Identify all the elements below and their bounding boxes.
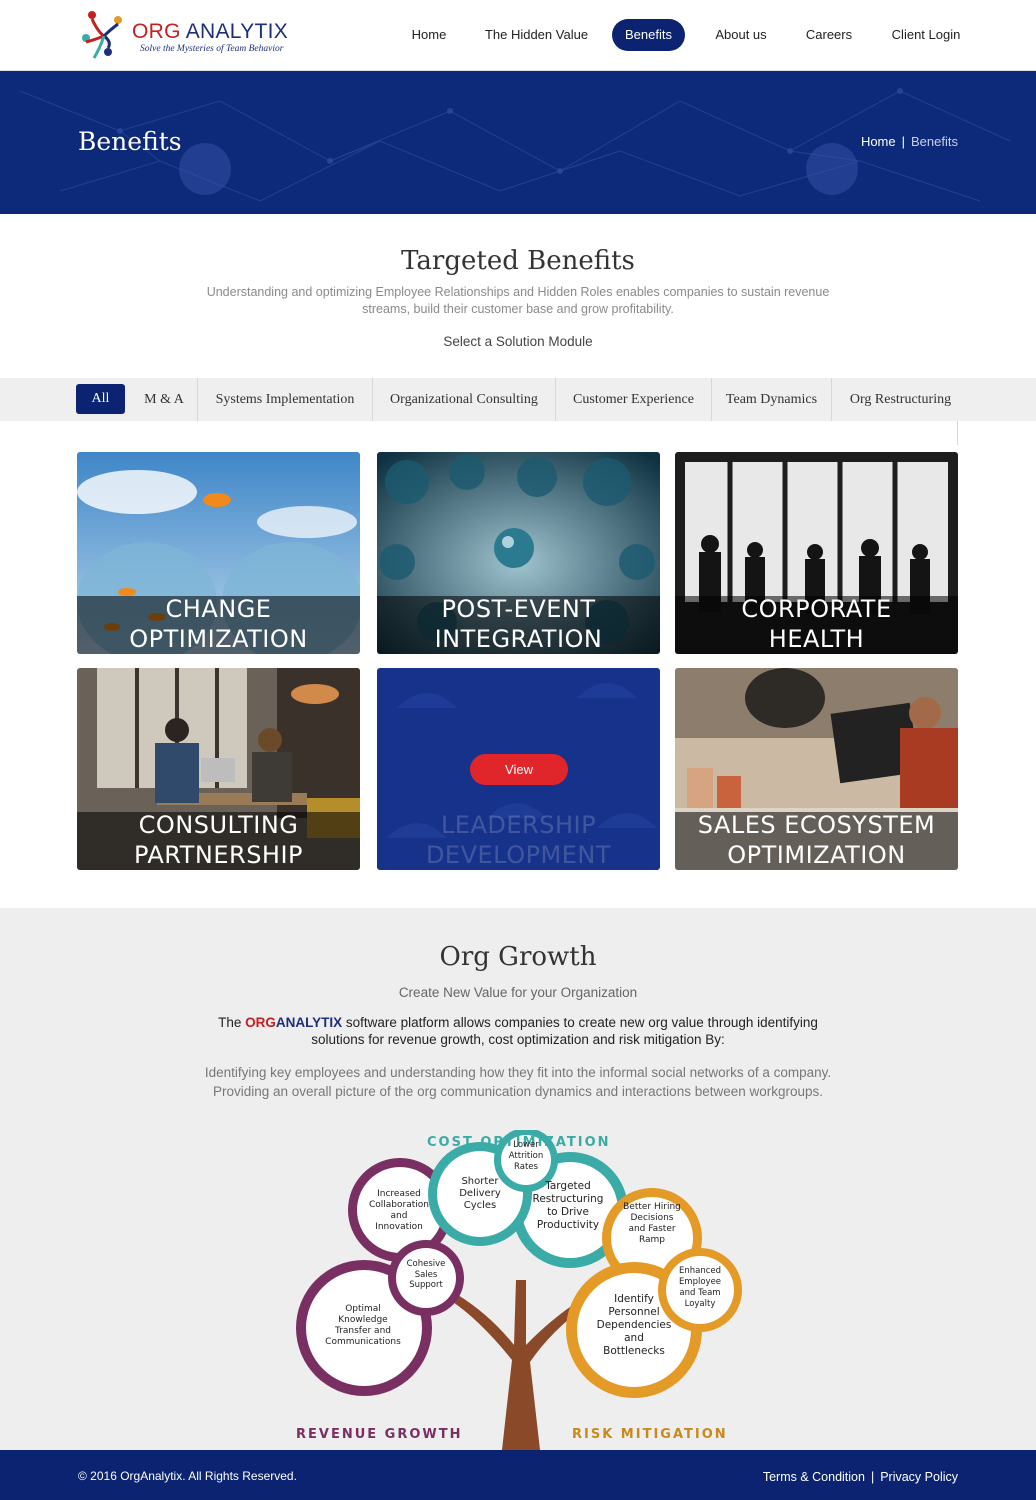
bubble-lower-attrition: Lower Attrition Rates <box>508 1140 544 1172</box>
card-label: LEADERSHIP DEVELOPMENT <box>425 811 612 869</box>
card-post-event-integration[interactable]: POST-EVENT INTEGRATION <box>377 452 660 654</box>
card-label: POST-EVENT INTEGRATION <box>434 595 603 653</box>
select-module-label: Select a Solution Module <box>443 334 593 349</box>
bubble-cohesive-sales: Cohesive Sales Support <box>406 1259 446 1290</box>
nav-benefits[interactable]: Benefits <box>612 19 685 51</box>
card-consulting-partnership[interactable]: CONSULTING PARTNERSHIP <box>77 668 360 870</box>
targeted-benefits-title: Targeted Benefits <box>401 246 635 276</box>
bubble-identify-personnel: Identify Personnel Dependencies and Bott… <box>596 1293 672 1357</box>
filter-org-restructuring[interactable]: Org Restructuring <box>831 378 969 421</box>
page-banner: Benefits Home | Benefits <box>0 71 1036 214</box>
site-header: ORG ANALYTIX Solve the Mysteries of Team… <box>0 0 1036 71</box>
bubble-better-hiring: Better Hiring Decisions and Faster Ramp <box>623 1202 681 1245</box>
filter-team-dynamics[interactable]: Team Dynamics <box>711 378 831 421</box>
filter-divider <box>957 421 958 445</box>
filter-all[interactable]: All <box>76 384 125 414</box>
breadcrumb-home[interactable]: Home <box>861 134 896 149</box>
nav-hidden-value[interactable]: The Hidden Value <box>478 19 595 51</box>
breadcrumb-current: Benefits <box>911 134 958 149</box>
view-button[interactable]: View <box>470 754 568 785</box>
card-sales-ecosystem-optimization[interactable]: SALES ECOSYSTEM OPTIMIZATION <box>675 668 958 870</box>
filter-organizational-consulting[interactable]: Organizational Consulting <box>372 378 555 421</box>
card-change-optimization[interactable]: CHANGE OPTIMIZATION <box>77 452 360 654</box>
privacy-link[interactable]: Privacy Policy <box>880 1470 958 1484</box>
org-growth-title: Org Growth <box>439 942 597 972</box>
card-label: CHANGE OPTIMIZATION <box>129 595 308 653</box>
breadcrumb-separator: | <box>901 134 906 149</box>
card-label: SALES ECOSYSTEM OPTIMIZATION <box>697 811 936 869</box>
terms-link[interactable]: Terms & Condition <box>763 1470 865 1484</box>
card-corporate-health[interactable]: CORPORATE HEALTH <box>675 452 958 654</box>
org-growth-intro: The ORGANALYTIX software platform allows… <box>218 1015 818 1047</box>
risk-mitigation-label: RISK MITIGATION <box>572 1427 728 1442</box>
nav-home[interactable]: Home <box>398 19 460 51</box>
footer-separator: | <box>870 1470 875 1484</box>
filter-customer-experience[interactable]: Customer Experience <box>555 378 711 421</box>
copyright: © 2016 OrgAnalytix. All Rights Reserved. <box>78 1469 297 1483</box>
nav-about-us[interactable]: About us <box>705 19 777 51</box>
targeted-benefits-text: Understanding and optimizing Employee Re… <box>206 285 830 316</box>
filter-m-and-a[interactable]: M & A <box>131 378 197 421</box>
filter-systems-implementation[interactable]: Systems Implementation <box>197 378 372 421</box>
org-growth-subtitle: Create New Value for your Organization <box>398 985 638 1000</box>
footer-links: Terms & Condition | Privacy Policy <box>763 1470 958 1484</box>
card-leadership-development[interactable]: LEADERSHIP DEVELOPMENT View <box>377 668 660 870</box>
org-growth-details: Identifying key employees and understand… <box>204 1065 832 1099</box>
nav-client-login[interactable]: Client Login <box>884 19 968 51</box>
site-footer: © 2016 OrgAnalytix. All Rights Reserved.… <box>0 1450 1036 1500</box>
nav-careers[interactable]: Careers <box>796 19 862 51</box>
solution-filter-tabs: All M & A Systems Implementation Organiz… <box>0 378 1036 421</box>
bubble-increased-collaboration: Increased Collaboration and Innovation <box>369 1189 429 1232</box>
revenue-growth-label: REVENUE GROWTH <box>296 1427 463 1442</box>
breadcrumb: Home | Benefits <box>861 134 958 149</box>
page-title: Benefits <box>78 127 182 156</box>
bubble-optimal-knowledge: Optimal Knowledge Transfer and Communica… <box>325 1304 401 1347</box>
card-label: CORPORATE HEALTH <box>741 595 892 653</box>
main-nav: Home The Hidden Value Benefits About us … <box>0 19 1036 51</box>
card-label: CONSULTING PARTNERSHIP <box>133 811 304 869</box>
bubble-targeted-restructuring: Targeted Restructuring to Drive Producti… <box>532 1180 604 1231</box>
bubble-shorter-delivery: Shorter Delivery Cycles <box>459 1176 501 1211</box>
org-growth-section: Org Growth Create New Value for your Org… <box>0 908 1036 1450</box>
